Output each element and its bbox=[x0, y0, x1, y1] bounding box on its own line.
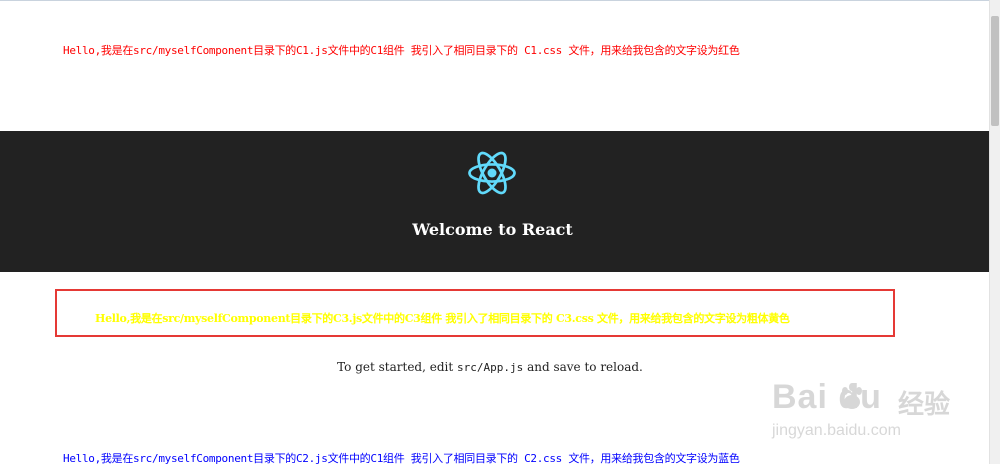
c1-component-text: Hello,我是在src/myselfComponent目录下的C1.js文件中… bbox=[63, 44, 740, 57]
intro-suffix: and save to reload. bbox=[523, 360, 643, 374]
intro-prefix: To get started, edit bbox=[337, 360, 458, 374]
intro-code: src/App.js bbox=[457, 361, 524, 374]
paw-icon bbox=[842, 383, 862, 409]
vertical-scrollbar[interactable] bbox=[989, 0, 1000, 464]
top-border bbox=[0, 0, 990, 1]
intro-text: To get started, edit src/App.js and save… bbox=[0, 360, 980, 374]
header-title: Welcome to React bbox=[412, 220, 573, 239]
watermark-url: jingyan.baidu.com bbox=[772, 422, 901, 439]
watermark-jingyan: 经验 bbox=[898, 390, 951, 420]
scrollbar-thumb[interactable] bbox=[991, 16, 999, 126]
react-logo-icon bbox=[468, 151, 516, 195]
baidu-watermark: Bai du 经验 jingyan.baidu.com bbox=[772, 378, 952, 458]
c3-component-text: Hello,我是在src/myselfComponent目录下的C3.js文件中… bbox=[95, 312, 790, 325]
